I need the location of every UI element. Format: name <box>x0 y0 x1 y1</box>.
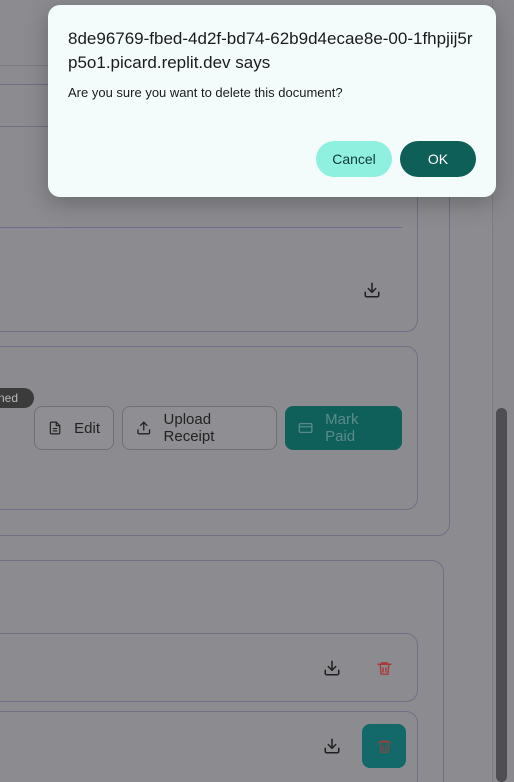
dialog-message: Are you sure you want to delete this doc… <box>68 85 343 100</box>
mark-paid-button[interactable]: Mark Paid <box>285 406 402 450</box>
download-icon <box>324 738 340 754</box>
divider <box>0 227 402 228</box>
document-row-2 <box>0 711 418 782</box>
dialog-title: 8de96769-fbed-4d2f-bd74-62b9d4ecae8e-00-… <box>68 29 473 72</box>
trash-icon <box>376 739 392 753</box>
download-button[interactable] <box>317 731 347 761</box>
document-icon <box>49 421 61 435</box>
status-badge: ned <box>0 388 34 408</box>
download-icon <box>364 282 380 298</box>
mark-paid-label: Mark Paid <box>325 411 359 445</box>
cancel-button[interactable]: Cancel <box>316 141 392 177</box>
credit-card-icon <box>298 422 313 434</box>
edit-button[interactable]: Edit <box>34 406 114 450</box>
edit-button-label: Edit <box>74 419 100 437</box>
dialog-actions: Cancel OK <box>316 141 476 177</box>
upload-icon <box>137 421 151 435</box>
trash-icon <box>376 661 392 675</box>
upload-receipt-button[interactable]: Upload Receipt <box>122 406 277 450</box>
download-button[interactable] <box>357 275 387 305</box>
confirm-dialog: 8de96769-fbed-4d2f-bd74-62b9d4ecae8e-00-… <box>48 5 496 197</box>
delete-button[interactable] <box>369 653 399 683</box>
document-row-1 <box>0 633 418 702</box>
status-badge-label: ned <box>0 391 19 405</box>
upload-receipt-label: Upload Receipt <box>163 411 215 445</box>
download-icon <box>324 660 340 676</box>
ok-button[interactable]: OK <box>400 141 476 177</box>
download-button[interactable] <box>317 653 347 683</box>
delete-button-active[interactable] <box>362 724 406 768</box>
scrollbar-thumb[interactable] <box>496 408 507 782</box>
